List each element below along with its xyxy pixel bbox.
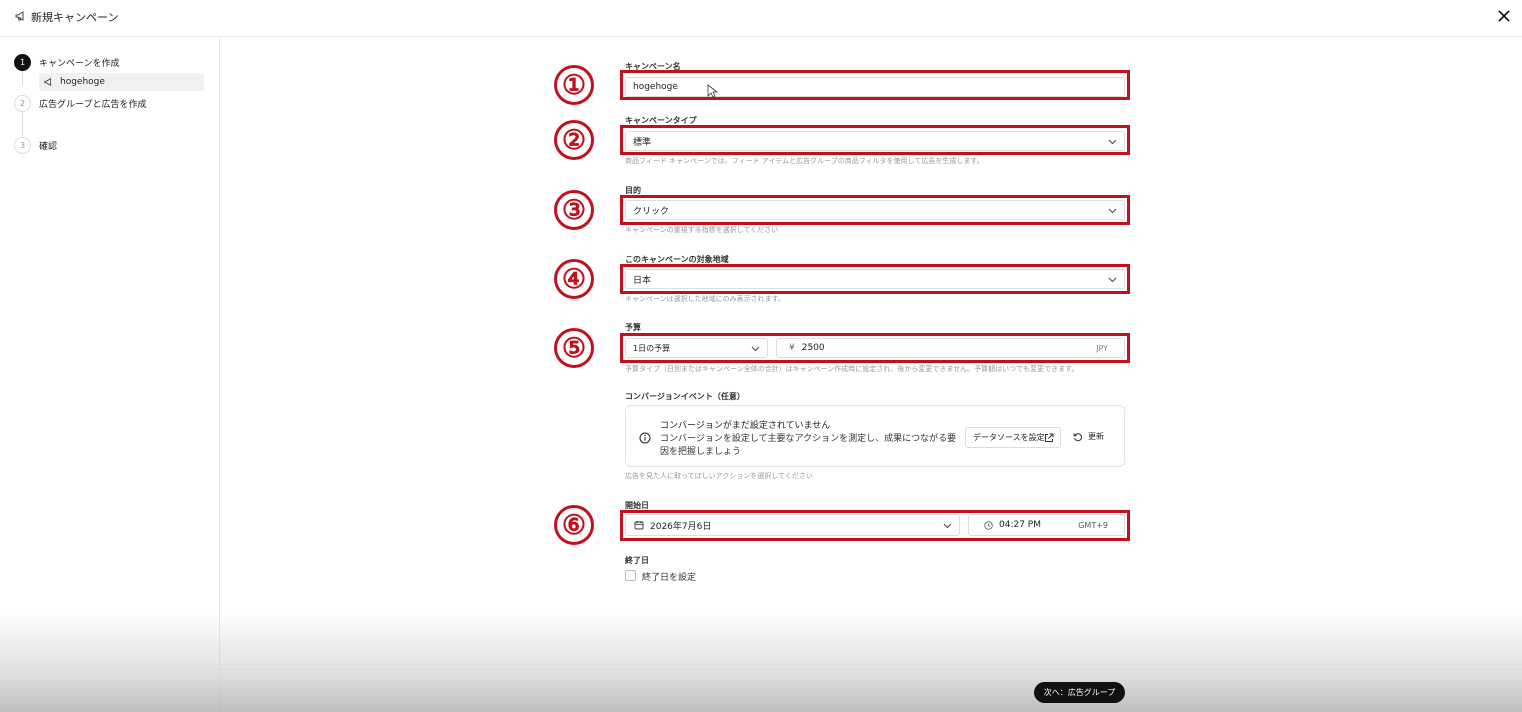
budget-amount-value: 2500 bbox=[801, 343, 825, 353]
chevron-down-icon bbox=[943, 523, 952, 529]
clock-icon bbox=[984, 520, 993, 530]
refresh-button[interactable]: 更新 bbox=[1073, 431, 1104, 442]
megaphone-icon bbox=[44, 77, 52, 87]
refresh-label: 更新 bbox=[1088, 432, 1104, 441]
datasource-setup-label: データソースを設定 bbox=[973, 433, 1045, 442]
step-create-campaign[interactable]: 1 キャンペーンを作成 bbox=[14, 54, 120, 71]
stepper-line bbox=[22, 71, 23, 85]
annotation-badge-3: ③ bbox=[554, 190, 594, 230]
step-number: 3 bbox=[14, 137, 31, 154]
step-confirm[interactable]: 3 確認 bbox=[14, 137, 57, 154]
annotation-badge-5: ⑤ bbox=[554, 328, 594, 368]
campaign-name-value: hogehoge bbox=[633, 82, 678, 92]
conversion-empty-title: コンバージョンがまだ設定されていません bbox=[660, 421, 831, 431]
start-time-value: 04:27 PM bbox=[999, 520, 1041, 530]
objective-help: キャンペーンの重視する指標を選択してください bbox=[625, 226, 779, 234]
step-label: キャンペーンを作成 bbox=[39, 59, 120, 69]
megaphone-icon bbox=[15, 11, 24, 21]
timezone-value: GMT+9 bbox=[1078, 521, 1108, 530]
budget-help: 予算タイプ（日別またはキャンペーン全体の合計）はキャンペーン作成時に設定され、後… bbox=[625, 365, 1079, 373]
datasource-setup-button[interactable]: データソースを設定 bbox=[965, 427, 1061, 448]
end-date-label: 終了日 bbox=[625, 556, 649, 565]
chevron-down-icon bbox=[751, 346, 760, 352]
region-value: 日本 bbox=[633, 275, 652, 286]
calendar-icon bbox=[634, 521, 644, 530]
conversion-empty-card: コンバージョンがまだ設定されていません コンバージョンを設定して主要なアクション… bbox=[625, 405, 1125, 467]
step-create-adgroup[interactable]: 2 広告グループと広告を作成 bbox=[14, 95, 146, 112]
objective-label: 目的 bbox=[625, 186, 641, 195]
start-date-label: 開始日 bbox=[625, 501, 649, 510]
annotation-badge-4: ④ bbox=[554, 259, 594, 299]
campaign-type-label: キャンペーンタイプ bbox=[625, 116, 697, 125]
budget-label: 予算 bbox=[625, 323, 641, 332]
campaign-type-value: 標準 bbox=[633, 137, 652, 148]
info-icon bbox=[639, 432, 651, 444]
step-number: 1 bbox=[14, 54, 31, 71]
region-help: キャンペーンは選択した地域にのみ表示されます。 bbox=[625, 295, 785, 303]
start-time-picker[interactable]: 04:27 PM GMT+9 bbox=[968, 514, 1125, 536]
objective-value: クリック bbox=[633, 206, 670, 217]
budget-amount-input[interactable]: ¥ 2500 JPY bbox=[776, 338, 1125, 358]
annotation-badge-1: ① bbox=[554, 65, 594, 105]
subitem-label: hogehoge bbox=[60, 77, 105, 87]
start-date-picker[interactable]: 2026年7月6日 bbox=[625, 514, 960, 536]
annotation-badge-2: ② bbox=[554, 120, 594, 160]
stepper-line bbox=[22, 112, 23, 139]
chevron-down-icon bbox=[1108, 277, 1117, 283]
step-subitem-campaign[interactable]: hogehoge bbox=[39, 73, 204, 91]
campaign-name-input[interactable]: hogehoge bbox=[625, 77, 1125, 97]
mouse-cursor-icon bbox=[707, 84, 718, 98]
chevron-down-icon bbox=[1108, 139, 1117, 145]
chevron-down-icon bbox=[1108, 208, 1117, 214]
close-icon[interactable] bbox=[1496, 8, 1512, 24]
currency-symbol: ¥ bbox=[789, 343, 795, 353]
campaign-name-label: キャンペーン名 bbox=[625, 62, 681, 71]
currency-code: JPY bbox=[1096, 344, 1108, 353]
objective-select[interactable]: クリック bbox=[625, 200, 1125, 220]
budget-type-select[interactable]: 1日の予算 bbox=[625, 338, 768, 358]
annotation-badge-6: ⑥ bbox=[554, 505, 594, 545]
footer-divider bbox=[220, 669, 1522, 670]
start-date-value: 2026年7月6日 bbox=[650, 521, 712, 532]
modal-title: 新規キャンペーン bbox=[31, 11, 119, 24]
step-label: 確認 bbox=[39, 142, 58, 152]
region-label: このキャンペーンの対象地域 bbox=[625, 255, 729, 264]
refresh-icon bbox=[1073, 432, 1083, 441]
external-link-icon bbox=[1045, 433, 1054, 442]
conversion-label: コンバージョンイベント（任意） bbox=[625, 392, 745, 401]
modal-header: 新規キャンペーン bbox=[0, 0, 1522, 37]
campaign-type-help: 商品フィード キャンペーンでは、フィード アイテムと広告グループの商品フィルタを… bbox=[625, 157, 984, 165]
step-number: 2 bbox=[14, 95, 31, 112]
step-label: 広告グループと広告を作成 bbox=[39, 100, 147, 110]
campaign-type-select[interactable]: 標準 bbox=[625, 131, 1125, 151]
conversion-empty-desc: コンバージョンを設定して主要なアクションを測定し、成果につながる要因を把握しまし… bbox=[660, 434, 957, 457]
stepper-sidebar: 1 キャンペーンを作成 hogehoge 2 広告グループと広告を作成 3 確認 bbox=[0, 37, 220, 712]
end-date-checkbox-label: 終了日を設定 bbox=[642, 573, 697, 583]
conversion-help: 広告を見た人に取ってほしいアクションを選択してください bbox=[625, 472, 813, 480]
budget-type-value: 1日の予算 bbox=[633, 343, 671, 353]
next-adgroup-button[interactable]: 次へ：広告グループ bbox=[1034, 682, 1125, 703]
region-select[interactable]: 日本 bbox=[625, 269, 1125, 289]
end-date-checkbox[interactable] bbox=[625, 570, 636, 581]
footer-shadow bbox=[0, 612, 1522, 712]
